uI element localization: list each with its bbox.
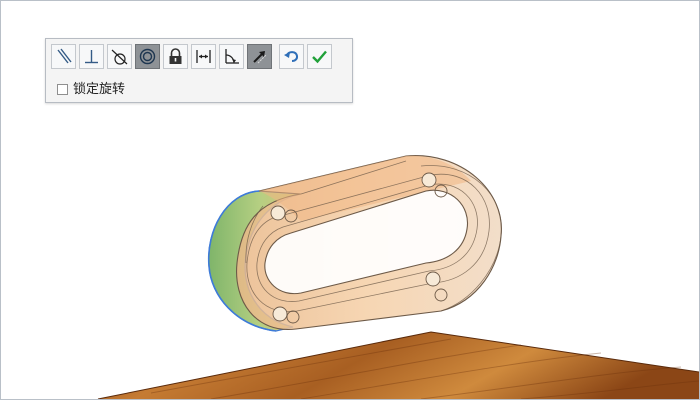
angle-icon	[225, 49, 239, 64]
flip-direction-button[interactable]	[247, 44, 272, 69]
slot-link-part[interactable]	[207, 155, 502, 332]
mate-toolbar: 锁定旋转	[45, 38, 353, 103]
perpendicular-button[interactable]	[79, 44, 104, 69]
concentric-icon	[139, 48, 156, 65]
tangent-icon	[111, 49, 128, 65]
confirm-check-icon	[312, 50, 327, 64]
lock-rotation-option[interactable]: 锁定旋转	[57, 83, 125, 96]
lock-icon	[169, 48, 182, 64]
tangent-button[interactable]	[107, 44, 132, 69]
mate-tool-row	[51, 44, 335, 69]
lock-button[interactable]	[163, 44, 188, 69]
perpendicular-icon	[85, 50, 98, 64]
wooden-table	[97, 331, 699, 399]
lock-rotation-label: 锁定旋转	[73, 82, 126, 97]
undo-icon	[284, 51, 299, 62]
confirm-button[interactable]	[307, 44, 332, 69]
distance-button[interactable]	[191, 44, 216, 69]
lock-rotation-checkbox[interactable]	[57, 84, 68, 95]
distance-icon	[196, 50, 211, 63]
concentric-button[interactable]	[135, 44, 160, 69]
parallel-icon	[57, 48, 72, 64]
angle-button[interactable]	[219, 44, 244, 69]
graphics-viewport[interactable]: 锁定旋转	[0, 0, 700, 400]
flip-direction-icon	[253, 51, 267, 64]
undo-button[interactable]	[279, 44, 304, 69]
parallel-button[interactable]	[51, 44, 76, 69]
